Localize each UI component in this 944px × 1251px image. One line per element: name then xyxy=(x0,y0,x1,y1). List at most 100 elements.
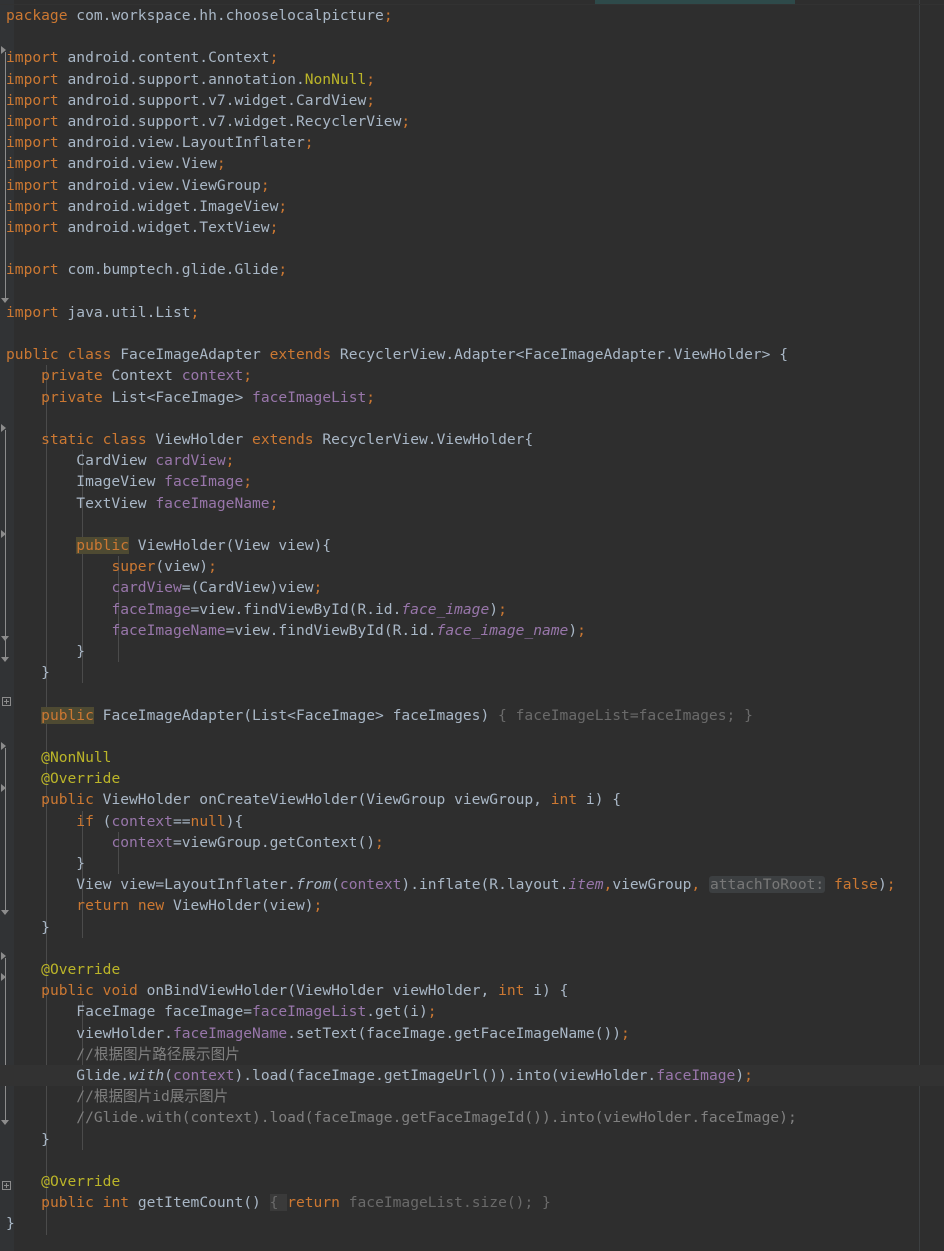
code-line[interactable]: public FaceImageAdapter(List<FaceImage> … xyxy=(0,705,944,726)
code-token: with xyxy=(129,1067,165,1084)
code-line[interactable]: } xyxy=(0,1213,944,1234)
code-line[interactable]: import android.view.LayoutInflater; xyxy=(0,132,944,153)
code-line[interactable] xyxy=(0,1150,944,1171)
code-line[interactable]: import android.support.v7.widget.CardVie… xyxy=(0,90,944,111)
code-line[interactable]: } xyxy=(0,917,944,938)
code-line[interactable]: @Override xyxy=(0,768,944,789)
code-line[interactable]: import com.bumptech.glide.Glide; xyxy=(0,259,944,280)
code-line[interactable] xyxy=(0,514,944,535)
code-line[interactable]: TextView faceImageName; xyxy=(0,493,944,514)
code-token: TextView xyxy=(6,494,156,512)
code-token: android.widget.ImageView xyxy=(58,197,279,215)
code-line[interactable] xyxy=(0,683,944,704)
code-line[interactable]: viewHolder.faceImageName.setText(faceIma… xyxy=(0,1023,944,1044)
code-token: ( xyxy=(93,812,112,830)
code-line[interactable]: import android.content.Context; xyxy=(0,47,944,68)
code-line[interactable]: faceImageName=view.findViewById(R.id.fac… xyxy=(0,620,944,641)
code-editor-pane[interactable]: package com.workspace.hh.chooselocalpict… xyxy=(0,0,944,1251)
code-token: int xyxy=(550,791,578,809)
code-line[interactable] xyxy=(0,938,944,959)
code-line[interactable]: //根据图片路径展示图片 xyxy=(0,1044,944,1065)
code-token: ; xyxy=(260,176,270,194)
code-token: ; xyxy=(375,833,384,851)
code-line[interactable]: if (context==null){ xyxy=(0,811,944,832)
code-token: ; xyxy=(269,49,279,67)
code-line[interactable]: CardView cardView; xyxy=(0,450,944,471)
code-token: class xyxy=(67,346,112,364)
code-line[interactable]: View view=LayoutInflater.from(context).i… xyxy=(0,874,944,895)
code-token: } xyxy=(542,1194,551,1212)
code-content[interactable]: package com.workspace.hh.chooselocalpict… xyxy=(0,0,944,1251)
code-token: } xyxy=(6,1215,15,1233)
code-line[interactable]: import android.view.View; xyxy=(0,153,944,174)
code-token: int xyxy=(102,1194,130,1212)
code-line[interactable]: } xyxy=(0,662,944,683)
code-token: == xyxy=(172,812,191,830)
code-line[interactable]: private List<FaceImage> faceImageList; xyxy=(0,387,944,408)
code-token: public xyxy=(76,537,130,554)
code-line[interactable] xyxy=(0,323,944,344)
code-line[interactable] xyxy=(0,408,944,429)
code-token: ; xyxy=(216,155,226,173)
code-line[interactable]: import android.widget.TextView; xyxy=(0,217,944,238)
code-line[interactable]: } xyxy=(0,853,944,874)
code-line[interactable]: FaceImage faceImage=faceImageList.get(i)… xyxy=(0,1001,944,1022)
code-line[interactable]: //根据图片id展示图片 xyxy=(0,1086,944,1107)
code-line[interactable] xyxy=(0,26,944,47)
code-line[interactable]: cardView=(CardView)view; xyxy=(0,577,944,598)
code-line[interactable]: @Override xyxy=(0,1171,944,1192)
code-line[interactable]: ImageView faceImage; xyxy=(0,471,944,492)
code-token: ; xyxy=(278,197,288,215)
code-token: context xyxy=(172,1067,235,1084)
code-token: ; xyxy=(744,1067,753,1084)
code-line[interactable]: public void onBindViewHolder(ViewHolder … xyxy=(0,980,944,1001)
code-line[interactable]: import android.support.v7.widget.Recycle… xyxy=(0,111,944,132)
code-line[interactable]: public ViewHolder onCreateViewHolder(Vie… xyxy=(0,789,944,810)
code-line[interactable]: return new ViewHolder(view); xyxy=(0,895,944,916)
code-token: ; xyxy=(190,303,200,321)
code-token: i) { xyxy=(577,791,622,809)
code-line[interactable]: } xyxy=(0,641,944,662)
code-line[interactable]: Glide.with(context).load(faceImage.getIm… xyxy=(0,1065,944,1087)
code-line[interactable]: public class FaceImageAdapter extends Re… xyxy=(0,344,944,365)
code-line[interactable]: @NonNull xyxy=(0,747,944,768)
code-token: attachToRoot: xyxy=(708,876,826,894)
code-token: com.bumptech.glide.Glide xyxy=(58,261,279,279)
code-line[interactable]: public int getItemCount() { return faceI… xyxy=(0,1192,944,1213)
code-line[interactable]: //Glide.with(context).load(faceImage.get… xyxy=(0,1107,944,1128)
code-token: FaceImageAdapter(List<FaceImage> faceIma… xyxy=(93,706,499,724)
code-line[interactable] xyxy=(0,726,944,747)
code-line[interactable]: public ViewHolder(View view){ xyxy=(0,535,944,556)
code-token: void xyxy=(102,982,138,1000)
code-line[interactable]: import java.util.List; xyxy=(0,302,944,323)
code-token: context xyxy=(181,367,244,385)
code-token: ).load(faceImage.getImageUrl()).into(vie… xyxy=(234,1067,657,1084)
code-line[interactable]: import android.support.annotation.NonNul… xyxy=(0,69,944,90)
code-line[interactable] xyxy=(0,281,944,302)
code-token: ; xyxy=(243,473,253,491)
code-token: faceImageName xyxy=(111,621,226,639)
code-line[interactable]: super(view); xyxy=(0,556,944,577)
code-line[interactable]: } xyxy=(0,1129,944,1150)
code-line[interactable]: import android.widget.ImageView; xyxy=(0,196,944,217)
code-line[interactable] xyxy=(0,238,944,259)
code-line[interactable]: import android.view.ViewGroup; xyxy=(0,175,944,196)
code-token: ; xyxy=(313,897,323,915)
code-token: ; xyxy=(524,1194,543,1212)
code-line[interactable]: @Override xyxy=(0,959,944,980)
code-line[interactable]: context=viewGroup.getContext(); xyxy=(0,832,944,853)
code-line[interactable]: faceImage=view.findViewById(R.id.face_im… xyxy=(0,599,944,620)
code-line[interactable]: private Context context; xyxy=(0,365,944,386)
code-token: ){ xyxy=(225,812,244,830)
code-token: //根据图片路径展示图片 xyxy=(6,1045,240,1063)
code-line[interactable]: static class ViewHolder extends Recycler… xyxy=(0,429,944,450)
code-token: int xyxy=(498,982,525,1000)
code-line[interactable]: package com.workspace.hh.chooselocalpict… xyxy=(0,5,944,26)
